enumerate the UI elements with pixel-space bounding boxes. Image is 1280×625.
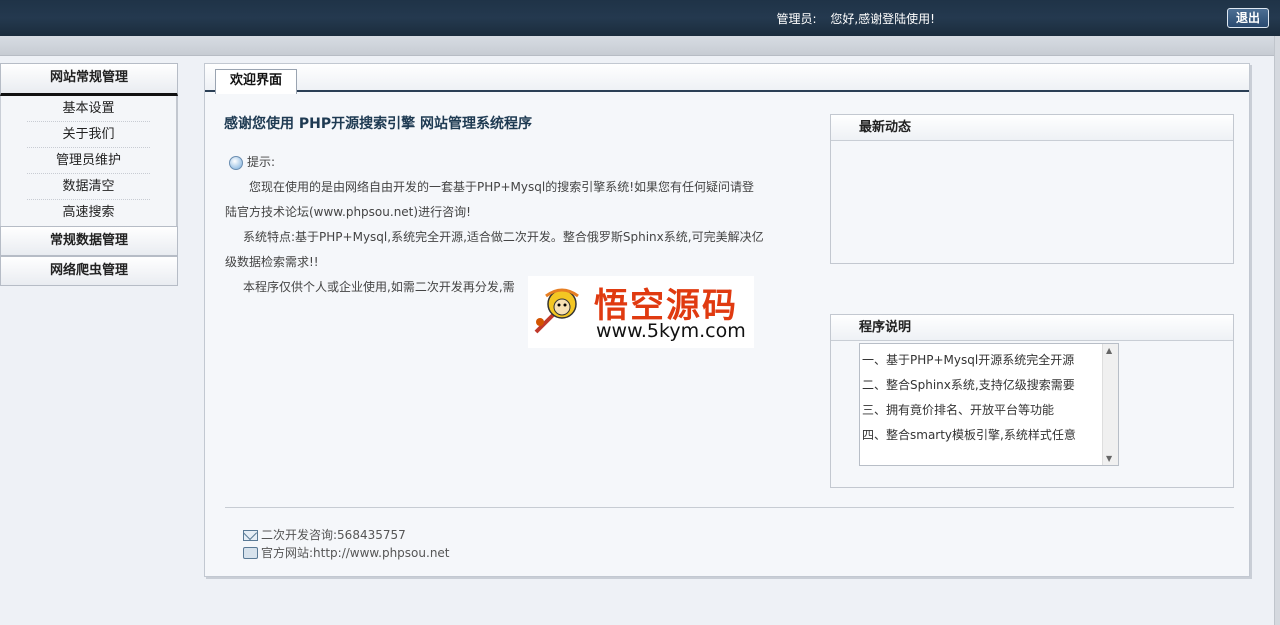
- right-edge: [1274, 36, 1280, 625]
- sidebar-item-about-us[interactable]: 关于我们: [27, 122, 150, 148]
- scroll-up-icon[interactable]: ▲: [1106, 346, 1112, 355]
- website-text: 官方网站:http://www.phpsou.net: [261, 546, 450, 560]
- list-item: 一、基于PHP+Mysql开源系统完全开源: [862, 353, 1075, 367]
- watermark-logo: 悟空源码 www.5kym.com: [528, 276, 754, 348]
- panel-footer: 二次开发咨询:568435757 官方网站:http://www.phpsou.…: [243, 526, 450, 562]
- listbox-scrollbar[interactable]: ▲ ▼: [1102, 344, 1118, 465]
- consult-text: 二次开发咨询:568435757: [261, 528, 406, 542]
- scroll-down-icon[interactable]: ▼: [1106, 454, 1112, 463]
- logout-button[interactable]: 退出: [1227, 8, 1269, 28]
- sidebar-item-clear-data[interactable]: 数据清空: [27, 174, 150, 200]
- sidebar-group-data-management[interactable]: 常规数据管理: [0, 226, 178, 256]
- tab-welcome[interactable]: 欢迎界面: [215, 69, 297, 94]
- mail-icon: [243, 529, 258, 541]
- lightbulb-icon: [229, 155, 243, 170]
- sub-bar: [0, 36, 1280, 56]
- sidebar-item-basic-settings[interactable]: 基本设置: [27, 96, 150, 122]
- sidebar-item-admin-maintenance[interactable]: 管理员维护: [27, 148, 150, 174]
- list-item: 四、整合smarty模板引擎,系统样式任意: [862, 428, 1076, 442]
- list-item: 二、整合Sphinx系统,支持亿级搜索需要: [862, 378, 1075, 392]
- list-item: 三、拥有竟价排名、开放平台等功能: [862, 403, 1055, 417]
- tip-paragraph-2: 系统特点:基于PHP+Mysql,系统完全开源,适合做二次开发。整合俄罗斯Sph…: [225, 230, 764, 269]
- admin-label: 管理员:: [776, 12, 817, 26]
- sidebar: 网站常规管理 基本设置 关于我们 管理员维护 数据清空 高速搜索 常规数据管理 …: [0, 63, 178, 286]
- monkey-logo-icon: [534, 288, 579, 334]
- news-box: 最新动态: [830, 114, 1234, 264]
- program-listbox[interactable]: 一、基于PHP+Mysql开源系统完全开源 二、整合Sphinx系统,支持亿级搜…: [859, 343, 1119, 466]
- news-box-title: 最新动态: [831, 115, 1233, 141]
- sidebar-group-site-management[interactable]: 网站常规管理: [0, 63, 178, 96]
- sidebar-submenu: 基本设置 关于我们 管理员维护 数据清空 高速搜索: [0, 96, 178, 226]
- tip-paragraph-1: 您现在使用的是由网络自由开发的一套基于PHP+Mysql的搜索引擎系统!如果您有…: [225, 180, 755, 219]
- sidebar-group-crawler-management[interactable]: 网络爬虫管理: [0, 256, 178, 286]
- program-box: 程序说明 一、基于PHP+Mysql开源系统完全开源 二、整合Sphinx系统,…: [830, 314, 1234, 488]
- divider: [225, 507, 1234, 508]
- sidebar-item-fast-search[interactable]: 高速搜索: [27, 200, 150, 226]
- phone-icon: [243, 547, 258, 559]
- tip-label: 提示:: [247, 155, 276, 169]
- watermark-url-text: www.5kym.com: [596, 320, 746, 342]
- top-bar: 管理员: 您好,感谢登陆使用! 退出: [0, 0, 1280, 36]
- program-box-title: 程序说明: [831, 315, 1233, 341]
- page-title: 感谢您使用 PHP开源搜索引擎 网站管理系统程序: [224, 116, 532, 132]
- admin-greeting: 管理员: 您好,感谢登陆使用!: [776, 10, 935, 27]
- greeting-text: 您好,感谢登陆使用!: [830, 12, 935, 26]
- tab-strip: 欢迎界面: [205, 64, 1249, 94]
- main-panel: 欢迎界面 感谢您使用 PHP开源搜索引擎 网站管理系统程序 提示: 您现在使用的…: [204, 63, 1250, 577]
